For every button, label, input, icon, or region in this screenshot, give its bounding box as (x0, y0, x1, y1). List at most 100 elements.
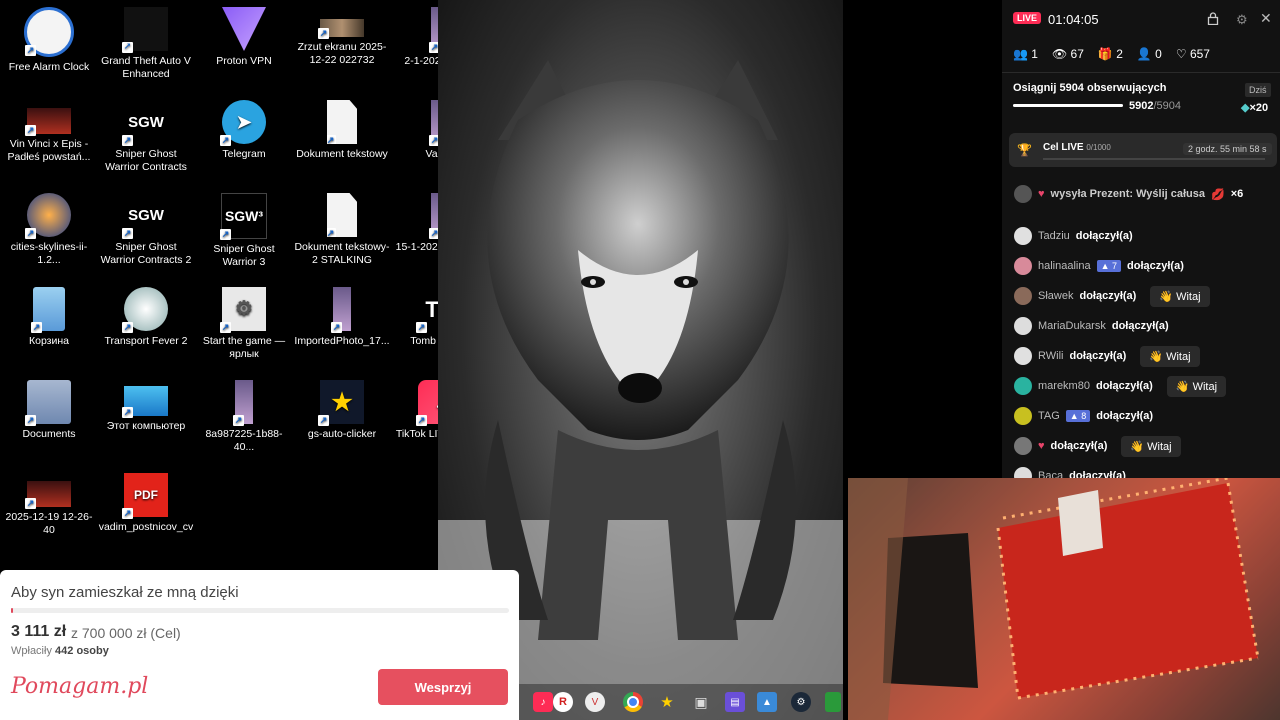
star-icon: ★ ↗ (318, 380, 364, 426)
shortcut-arrow-icon: ↗ (122, 42, 133, 53)
desktop-icon-label: Free Alarm Clock (8, 61, 90, 73)
star-taskbar-icon[interactable]: ★ (657, 692, 677, 712)
desktop-icon[interactable]: ➤ ↗ Telegram (196, 96, 292, 161)
shortcut-arrow-icon: ↗ (122, 508, 133, 519)
webcam-image (848, 478, 1280, 720)
welcome-button[interactable]: 👋 Witaj (1121, 435, 1181, 457)
proton-vpn-icon: ↗ (222, 7, 266, 51)
desktop-icon-label: ImportedPhoto_17... (294, 335, 390, 347)
stat-gifts: 2 (1116, 47, 1123, 61)
desktop-icon[interactable]: ↗ Free Alarm Clock (1, 3, 97, 74)
app-green-taskbar-icon[interactable] (825, 692, 841, 712)
shortcut-arrow-icon: ↗ (122, 322, 133, 333)
desktop-icon-label: 2025-12-19 12-26-40 (5, 511, 93, 536)
goal-numbers: 5902/5904 (1129, 100, 1181, 112)
divider (1002, 72, 1280, 73)
desktop-icon[interactable]: ↗ Этот компьютер (98, 376, 194, 433)
vivaldi-taskbar-icon[interactable]: V (585, 692, 605, 712)
desktop-icon[interactable]: ↗ cities-skylines-ii-1.2... (1, 189, 97, 267)
live-badge: LIVE (1013, 12, 1042, 24)
desktop-icon[interactable]: ↗ Proton VPN (196, 3, 292, 68)
settings-icon[interactable]: ⚙ (1236, 12, 1248, 28)
chat-username: marekm80 (1038, 380, 1090, 392)
desktop-icon[interactable]: ↗ Vin Vinci x Epis - Padłeś powstań... (1, 96, 97, 164)
avatar (1014, 377, 1032, 395)
lock-icon[interactable] (1207, 12, 1219, 26)
eye-icon: 👁 67 (1051, 47, 1084, 61)
stat-follows: 0 (1155, 47, 1162, 61)
desktop-icon-label: Корзина (29, 335, 69, 347)
desktop-icon[interactable]: ★ ↗ gs-auto-clicker (294, 376, 390, 441)
live-goal-text: Cel LIVE 0/1000 (1043, 142, 1111, 153)
goal-tag: Dziś (1245, 83, 1271, 97)
welcome-button[interactable]: 👋 Witaj (1140, 345, 1200, 367)
desktop-icon-label: Zrzut ekranu 2025-12-22 022732 (297, 41, 387, 66)
desktop-icon[interactable]: ↗ Grand Theft Auto V Enhanced (98, 3, 194, 81)
welcome-button[interactable]: 👋 Witaj (1150, 285, 1210, 307)
desktop-icon[interactable]: SGW ↗ Sniper Ghost Warrior Contracts (98, 96, 194, 174)
fundraiser-progress-fill (11, 608, 14, 613)
close-icon[interactable]: ✕ (1260, 10, 1272, 27)
text-document-icon: ↗ (327, 100, 357, 144)
icon-badge-text: SGW³ (224, 207, 264, 224)
desktop-icon-label: Documents (22, 428, 76, 440)
desktop-icon[interactable]: SGW ↗ Sniper Ghost Warrior Contracts 2 (98, 189, 194, 267)
chat-message: MariaDukarsk dołączył(a) (1014, 315, 1169, 337)
package-taskbar-icon[interactable]: ▣ (691, 692, 711, 712)
goal-reward: ◆×20 (1241, 101, 1268, 114)
desktop-icon[interactable]: PDF ↗ vadim_postnicov_cv (98, 469, 194, 534)
pomagam-widget: Aby syn zamieszkał ze mną dzięki 3 111 z… (0, 570, 519, 720)
desktop-icon[interactable]: ↗ 8a987225-1b88-40... (196, 376, 292, 454)
app-taskbar-icon[interactable]: ▤ (725, 692, 745, 712)
desktop-icon[interactable]: SGW³ ↗ Sniper Ghost Warrior 3 (196, 189, 292, 269)
stat-users: 1 (1031, 47, 1038, 61)
text-document-icon: ↗ (327, 193, 357, 237)
goal-title: Osiągnij 5904 obserwujących (1013, 82, 1167, 94)
shortcut-arrow-icon: ↗ (31, 322, 42, 333)
stats-row: 👥 1 👁 67 🎁 2 👤 0 ♡ 657 (1013, 47, 1210, 61)
desktop-icon-label: Sniper Ghost Warrior 3 (213, 243, 275, 268)
chat-message: Tadziu dołączył(a) (1014, 226, 1133, 247)
shortcut-arrow-icon: ↗ (331, 322, 342, 333)
level-badge: ▲ 8 (1065, 410, 1091, 422)
payers-count: 442 (55, 645, 74, 657)
desktop-icon[interactable]: ⚙ ↗ Start the game — ярлык (196, 283, 292, 361)
desktop-icon[interactable]: ↗ Transport Fever 2 (98, 283, 194, 348)
app-r-taskbar-icon[interactable]: R (553, 692, 573, 712)
chat-message: ♥ dołączył(a) 👋 Witaj (1014, 435, 1181, 457)
desktop-icon-label: Sniper Ghost Warrior Contracts 2 (100, 241, 192, 266)
tiktok-taskbar-icon[interactable]: ♪ (533, 692, 553, 712)
welcome-button[interactable]: 👋 Witaj (1166, 375, 1227, 397)
desktop-icon[interactable]: ↗ Корзина (1, 283, 97, 348)
avatar (1014, 437, 1032, 455)
support-button[interactable]: Wesprzyj (378, 669, 508, 705)
screenshot-icon: ↗ (318, 19, 364, 39)
kiss-icon: 💋 (1211, 188, 1225, 201)
goal-total: /5904 (1153, 100, 1182, 112)
photos-taskbar-icon[interactable]: ▲ (757, 692, 777, 712)
live-goal-label: Cel LIVE (1043, 142, 1084, 153)
desktop-icon-label: 8a987225-1b88-40... (205, 428, 283, 453)
goal-progress-fill (1013, 104, 1123, 107)
chrome-taskbar-icon[interactable] (623, 692, 643, 712)
heart-icon: ♥ (1038, 188, 1045, 200)
desktop-icon-label: Start the game — ярлык (202, 335, 286, 360)
chat-username: halinaalina (1038, 260, 1091, 272)
trophy-icon: 🏆 (1017, 143, 1032, 157)
avatar (1014, 347, 1032, 365)
desktop-icon[interactable]: ↗ ImportedPhoto_17... (294, 283, 390, 348)
live-goal-card[interactable]: 🏆 Cel LIVE 0/1000 2 godz. 55 min 58 s (1009, 133, 1277, 167)
desktop-icon[interactable]: ↗ Dokument tekstowy (294, 96, 390, 161)
desktop-icon[interactable]: ↗ 2025-12-19 12-26-40 (1, 469, 97, 537)
steam-taskbar-icon[interactable]: ⚙ (791, 692, 811, 712)
desktop-icon-label: Telegram (222, 148, 266, 160)
chat-message: Sławek dołączył(a) 👋 Witaj (1014, 285, 1210, 307)
desktop-icon[interactable]: ↗ Dokument tekstowy-2 STALKING (294, 189, 390, 267)
taskbar: ♪ R V ★ ▣ ▤ ▲ ⚙ (519, 684, 848, 720)
desktop-icon[interactable]: ↗ Documents (1, 376, 97, 441)
desktop-icon[interactable]: ↗ Zrzut ekranu 2025-12-22 022732 (294, 3, 390, 67)
payers-label: Wpłaciły (11, 645, 52, 657)
avatar (1014, 407, 1032, 425)
recycle-bin-icon: ↗ (31, 287, 65, 333)
desktop-icon-label: Этот компьютер (106, 420, 186, 432)
